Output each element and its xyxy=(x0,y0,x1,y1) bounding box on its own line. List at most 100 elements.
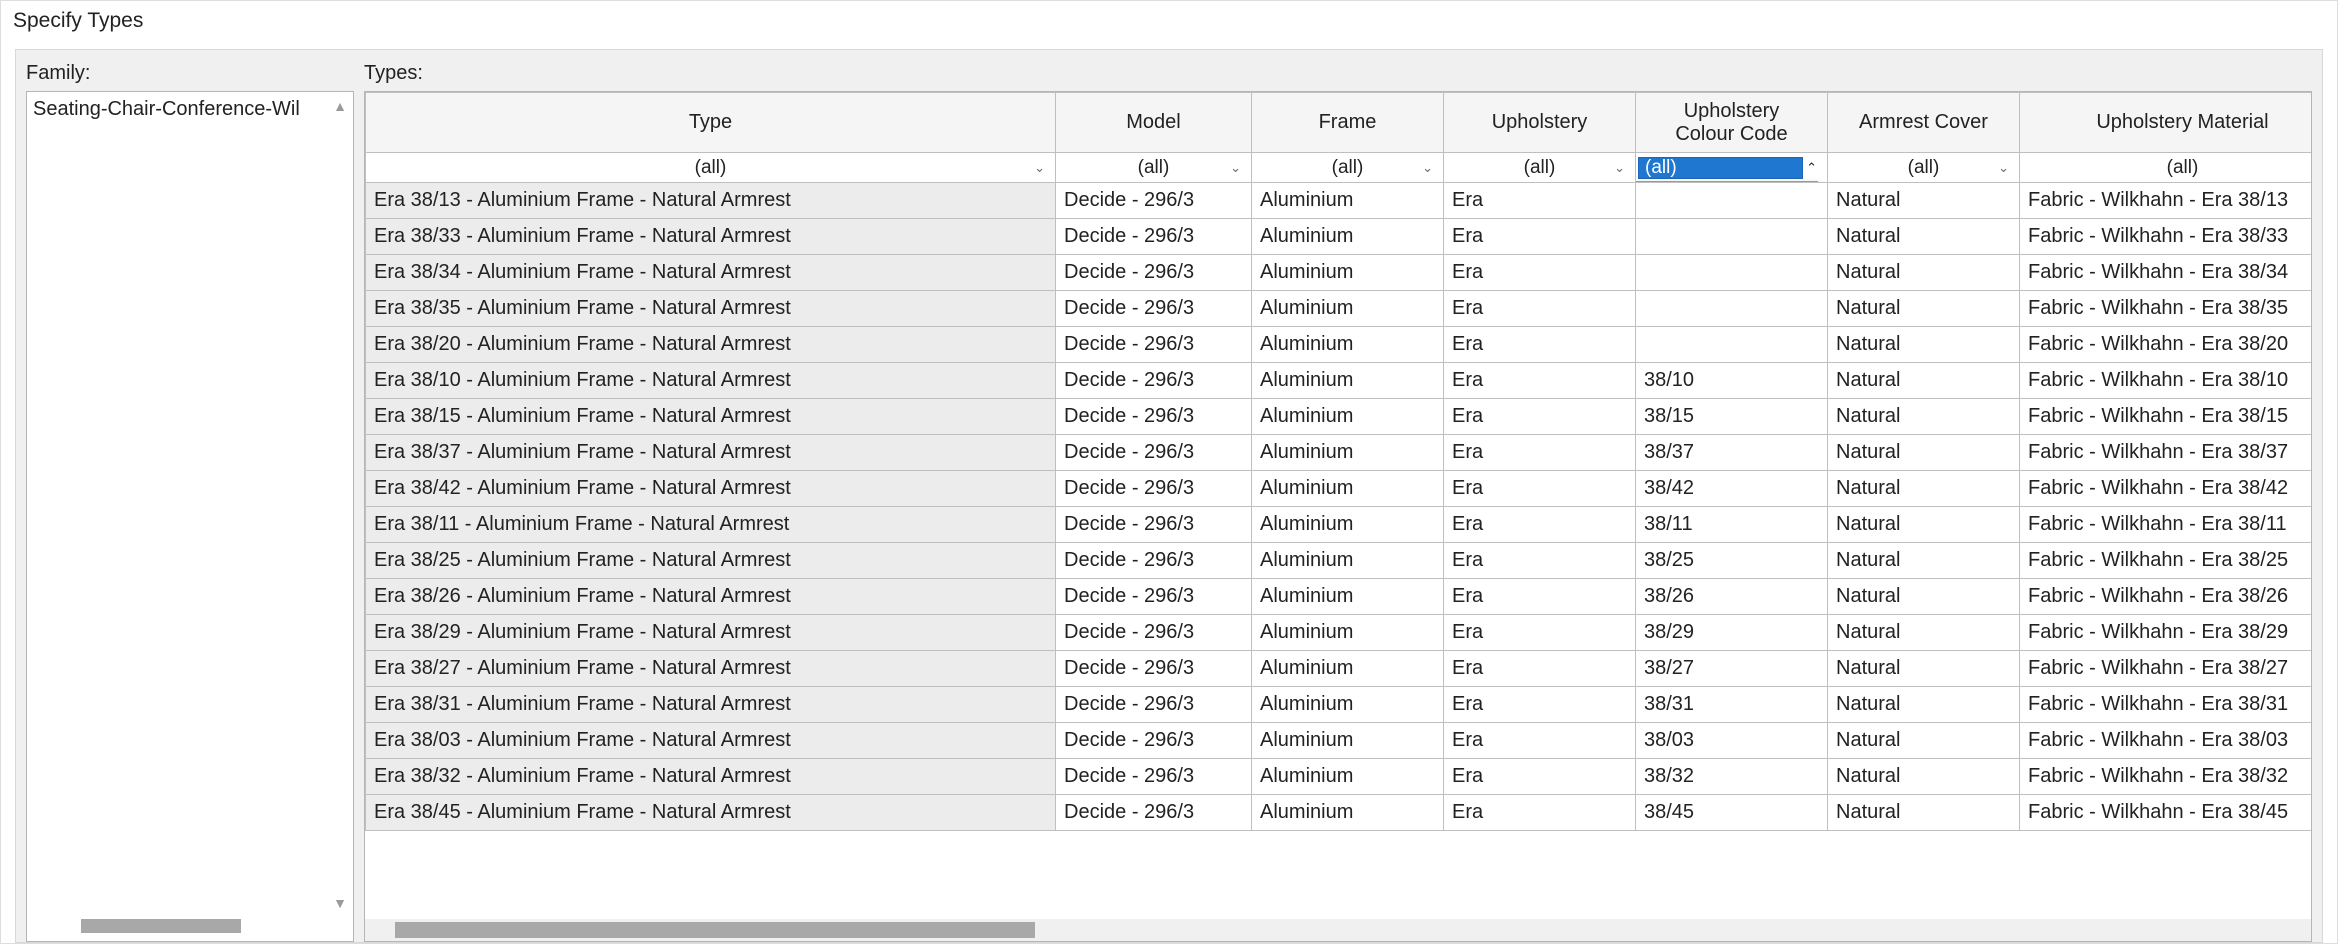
cell-mat[interactable]: Fabric - Wilkhahn - Era 38/45 xyxy=(2020,795,2312,831)
cell-type[interactable]: Era 38/33 - Aluminium Frame - Natural Ar… xyxy=(366,219,1056,255)
cell-mat[interactable]: Fabric - Wilkhahn - Era 38/15 xyxy=(2020,399,2312,435)
cell-model[interactable]: Decide - 296/3 xyxy=(1056,219,1252,255)
cell-uph[interactable]: Era xyxy=(1444,435,1636,471)
cell-type[interactable]: Era 38/29 - Aluminium Frame - Natural Ar… xyxy=(366,615,1056,651)
cell-code[interactable]: 38/26 xyxy=(1636,579,1828,615)
cell-mat[interactable]: Fabric - Wilkhahn - Era 38/42 xyxy=(2020,471,2312,507)
cell-code[interactable]: 38/37 xyxy=(1636,435,1828,471)
cell-mat[interactable]: Fabric - Wilkhahn - Era 38/20 xyxy=(2020,327,2312,363)
cell-mat[interactable]: Fabric - Wilkhahn - Era 38/11 xyxy=(2020,507,2312,543)
table-row[interactable]: Era 38/37 - Aluminium Frame - Natural Ar… xyxy=(366,435,2312,471)
cell-type[interactable]: Era 38/42 - Aluminium Frame - Natural Ar… xyxy=(366,471,1056,507)
cell-arm[interactable]: Natural xyxy=(1828,651,2020,687)
cell-arm[interactable]: Natural xyxy=(1828,579,2020,615)
cell-code[interactable]: 38/27 xyxy=(1636,651,1828,687)
cell-model[interactable]: Decide - 296/3 xyxy=(1056,183,1252,219)
dropdown-option[interactable]: (all) xyxy=(1637,182,1817,183)
cell-model[interactable]: Decide - 296/3 xyxy=(1056,507,1252,543)
cell-uph[interactable]: Era xyxy=(1444,759,1636,795)
cell-model[interactable]: Decide - 296/3 xyxy=(1056,291,1252,327)
cell-code[interactable] xyxy=(1636,183,1828,219)
family-list[interactable]: Seating-Chair-Conference-Wil ▲ ▼ xyxy=(26,91,354,942)
filter-colour-code[interactable]: (all) ⌃ (all)38/0338/1038/1138/1338/14 xyxy=(1636,153,1828,183)
cell-code[interactable]: 38/29 xyxy=(1636,615,1828,651)
cell-mat[interactable]: Fabric - Wilkhahn - Era 38/25 xyxy=(2020,543,2312,579)
cell-model[interactable]: Decide - 296/3 xyxy=(1056,615,1252,651)
cell-mat[interactable]: Fabric - Wilkhahn - Era 38/27 xyxy=(2020,651,2312,687)
table-row[interactable]: Era 38/13 - Aluminium Frame - Natural Ar… xyxy=(366,183,2312,219)
cell-uph[interactable]: Era xyxy=(1444,291,1636,327)
cell-arm[interactable]: Natural xyxy=(1828,471,2020,507)
cell-frame[interactable]: Aluminium xyxy=(1252,471,1444,507)
cell-type[interactable]: Era 38/45 - Aluminium Frame - Natural Ar… xyxy=(366,795,1056,831)
cell-uph[interactable]: Era xyxy=(1444,183,1636,219)
cell-model[interactable]: Decide - 296/3 xyxy=(1056,759,1252,795)
cell-arm[interactable]: Natural xyxy=(1828,183,2020,219)
cell-uph[interactable]: Era xyxy=(1444,795,1636,831)
cell-uph[interactable]: Era xyxy=(1444,399,1636,435)
cell-arm[interactable]: Natural xyxy=(1828,507,2020,543)
filter-frame[interactable]: (all)⌄ xyxy=(1252,153,1444,183)
table-row[interactable]: Era 38/20 - Aluminium Frame - Natural Ar… xyxy=(366,327,2312,363)
cell-frame[interactable]: Aluminium xyxy=(1252,507,1444,543)
cell-uph[interactable]: Era xyxy=(1444,543,1636,579)
filter-upholstery[interactable]: (all)⌄ xyxy=(1444,153,1636,183)
cell-type[interactable]: Era 38/26 - Aluminium Frame - Natural Ar… xyxy=(366,579,1056,615)
cell-code[interactable]: 38/11 xyxy=(1636,507,1828,543)
col-header-frame[interactable]: Frame xyxy=(1252,93,1444,153)
cell-type[interactable]: Era 38/35 - Aluminium Frame - Natural Ar… xyxy=(366,291,1056,327)
cell-model[interactable]: Decide - 296/3 xyxy=(1056,327,1252,363)
cell-code[interactable] xyxy=(1636,291,1828,327)
cell-frame[interactable]: Aluminium xyxy=(1252,579,1444,615)
cell-frame[interactable]: Aluminium xyxy=(1252,435,1444,471)
table-row[interactable]: Era 38/33 - Aluminium Frame - Natural Ar… xyxy=(366,219,2312,255)
table-row[interactable]: Era 38/45 - Aluminium Frame - Natural Ar… xyxy=(366,795,2312,831)
cell-arm[interactable]: Natural xyxy=(1828,615,2020,651)
col-header-model[interactable]: Model xyxy=(1056,93,1252,153)
cell-code[interactable]: 38/25 xyxy=(1636,543,1828,579)
cell-model[interactable]: Decide - 296/3 xyxy=(1056,255,1252,291)
cell-arm[interactable]: Natural xyxy=(1828,543,2020,579)
cell-model[interactable]: Decide - 296/3 xyxy=(1056,723,1252,759)
cell-frame[interactable]: Aluminium xyxy=(1252,219,1444,255)
cell-model[interactable]: Decide - 296/3 xyxy=(1056,651,1252,687)
cell-uph[interactable]: Era xyxy=(1444,723,1636,759)
cell-type[interactable]: Era 38/20 - Aluminium Frame - Natural Ar… xyxy=(366,327,1056,363)
scroll-up-icon[interactable]: ▲ xyxy=(330,96,350,116)
cell-mat[interactable]: Fabric - Wilkhahn - Era 38/29 xyxy=(2020,615,2312,651)
cell-type[interactable]: Era 38/13 - Aluminium Frame - Natural Ar… xyxy=(366,183,1056,219)
scroll-down-icon[interactable]: ▼ xyxy=(330,893,350,913)
family-hscrollbar[interactable] xyxy=(33,917,325,935)
cell-code[interactable] xyxy=(1636,327,1828,363)
cell-uph[interactable]: Era xyxy=(1444,471,1636,507)
cell-arm[interactable]: Natural xyxy=(1828,759,2020,795)
cell-type[interactable]: Era 38/11 - Aluminium Frame - Natural Ar… xyxy=(366,507,1056,543)
table-row[interactable]: Era 38/42 - Aluminium Frame - Natural Ar… xyxy=(366,471,2312,507)
table-row[interactable]: Era 38/11 - Aluminium Frame - Natural Ar… xyxy=(366,507,2312,543)
cell-uph[interactable]: Era xyxy=(1444,579,1636,615)
cell-model[interactable]: Decide - 296/3 xyxy=(1056,363,1252,399)
cell-uph[interactable]: Era xyxy=(1444,363,1636,399)
cell-type[interactable]: Era 38/15 - Aluminium Frame - Natural Ar… xyxy=(366,399,1056,435)
cell-frame[interactable]: Aluminium xyxy=(1252,399,1444,435)
table-row[interactable]: Era 38/03 - Aluminium Frame - Natural Ar… xyxy=(366,723,2312,759)
cell-type[interactable]: Era 38/32 - Aluminium Frame - Natural Ar… xyxy=(366,759,1056,795)
dropdown-scrollbar[interactable] xyxy=(1795,182,1817,183)
cell-mat[interactable]: Fabric - Wilkhahn - Era 38/26 xyxy=(2020,579,2312,615)
cell-model[interactable]: Decide - 296/3 xyxy=(1056,543,1252,579)
cell-frame[interactable]: Aluminium xyxy=(1252,183,1444,219)
cell-type[interactable]: Era 38/25 - Aluminium Frame - Natural Ar… xyxy=(366,543,1056,579)
cell-uph[interactable]: Era xyxy=(1444,327,1636,363)
cell-code[interactable]: 38/31 xyxy=(1636,687,1828,723)
col-header-material[interactable]: Upholstery Material xyxy=(2020,93,2312,153)
cell-type[interactable]: Era 38/03 - Aluminium Frame - Natural Ar… xyxy=(366,723,1056,759)
cell-arm[interactable]: Natural xyxy=(1828,327,2020,363)
cell-frame[interactable]: Aluminium xyxy=(1252,795,1444,831)
cell-frame[interactable]: Aluminium xyxy=(1252,723,1444,759)
cell-code[interactable]: 38/42 xyxy=(1636,471,1828,507)
cell-arm[interactable]: Natural xyxy=(1828,363,2020,399)
cell-model[interactable]: Decide - 296/3 xyxy=(1056,399,1252,435)
cell-mat[interactable]: Fabric - Wilkhahn - Era 38/35 xyxy=(2020,291,2312,327)
table-row[interactable]: Era 38/27 - Aluminium Frame - Natural Ar… xyxy=(366,651,2312,687)
cell-arm[interactable]: Natural xyxy=(1828,723,2020,759)
